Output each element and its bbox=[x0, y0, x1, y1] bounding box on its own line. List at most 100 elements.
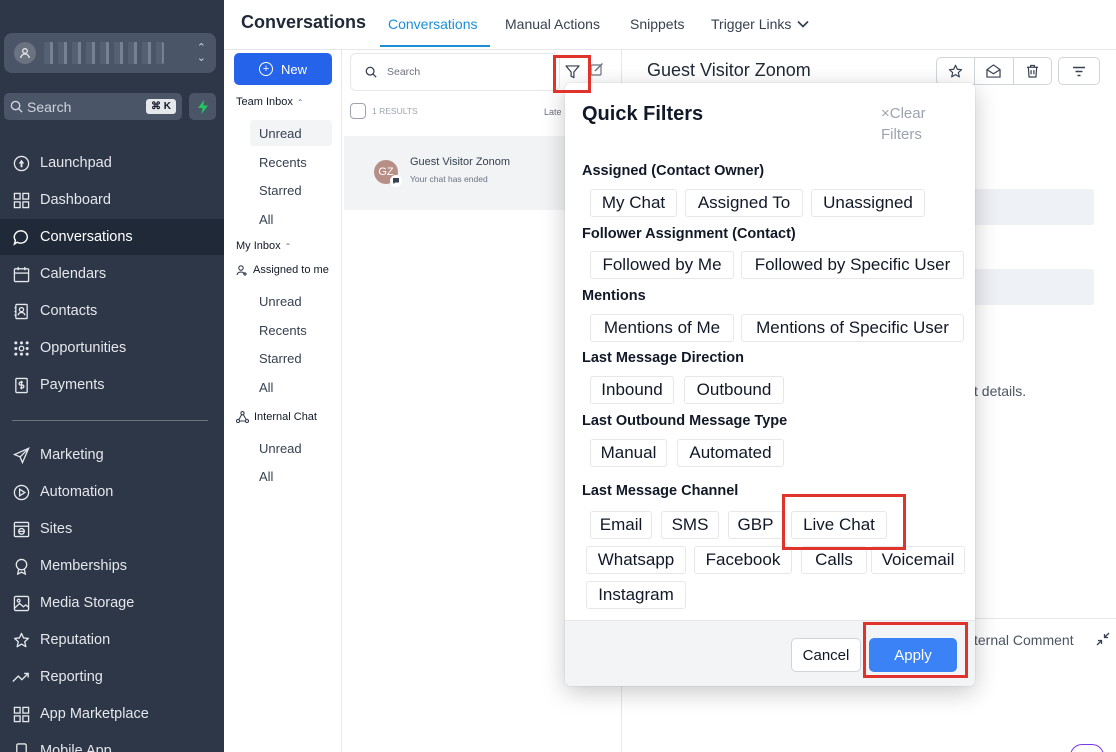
account-avatar bbox=[14, 42, 36, 64]
filter-chip-assigned-to[interactable]: Assigned To bbox=[685, 189, 803, 217]
filter-chip-inbound[interactable]: Inbound bbox=[590, 376, 674, 404]
team-inbox-header[interactable]: Team Inbox ⌃ bbox=[236, 96, 304, 108]
my-inbox-recents[interactable]: Recents bbox=[259, 323, 307, 338]
filter-chip-unassigned[interactable]: Unassigned bbox=[811, 189, 925, 217]
filter-button[interactable] bbox=[558, 58, 586, 86]
filter-chip-calls[interactable]: Calls bbox=[801, 546, 867, 574]
inbox-panel: + New Team Inbox ⌃ Unread Recents Starre… bbox=[224, 50, 342, 752]
conversation-search-input[interactable]: Search bbox=[350, 53, 560, 91]
nav-label: Media Storage bbox=[40, 595, 135, 611]
nav-label: Conversations bbox=[40, 229, 133, 245]
help-widget-button[interactable] bbox=[1070, 744, 1104, 752]
filter-chip-followed-by-me[interactable]: Followed by Me bbox=[590, 251, 734, 279]
contact-avatar: GZ bbox=[374, 160, 402, 187]
nav-calendars[interactable]: Calendars bbox=[0, 256, 224, 292]
internal-chat-header[interactable]: Internal Chat bbox=[236, 411, 317, 423]
filter-chip-voicemail[interactable]: Voicemail bbox=[871, 546, 965, 574]
nav-marketing[interactable]: Marketing bbox=[0, 437, 224, 473]
sort-lines-icon bbox=[1073, 66, 1085, 76]
collapse-button[interactable] bbox=[1096, 632, 1110, 646]
composer-divider bbox=[972, 618, 1116, 619]
sort-dropdown[interactable]: Late bbox=[544, 107, 562, 117]
nav-media-storage[interactable]: Media Storage bbox=[0, 585, 224, 621]
clear-filters-button[interactable]: ×Clear Filters bbox=[881, 103, 951, 145]
nav-opportunities[interactable]: Opportunities bbox=[0, 330, 224, 366]
nav-mobile-app[interactable]: Mobile App bbox=[0, 733, 224, 752]
my-inbox-all[interactable]: All bbox=[259, 380, 273, 395]
group-label: My Inbox bbox=[236, 240, 281, 252]
section-title: Last Outbound Message Type bbox=[582, 413, 788, 429]
nav-memberships[interactable]: Memberships bbox=[0, 548, 224, 584]
automation-icon bbox=[12, 483, 30, 501]
filter-chip-whatsapp[interactable]: Whatsapp bbox=[586, 546, 686, 574]
nav-conversations[interactable]: Conversations bbox=[0, 219, 224, 255]
group-label: Team Inbox bbox=[236, 96, 293, 108]
apply-button[interactable]: Apply bbox=[869, 638, 957, 672]
internal-chat-unread[interactable]: Unread bbox=[259, 441, 302, 456]
dashboard-icon bbox=[12, 191, 30, 209]
internal-comment-tab[interactable]: ternal Comment bbox=[974, 632, 1074, 648]
mark-read-button[interactable] bbox=[975, 58, 1014, 84]
filter-chip-manual[interactable]: Manual bbox=[590, 439, 667, 467]
nav-sites[interactable]: Sites bbox=[0, 511, 224, 547]
quick-actions-button[interactable] bbox=[189, 93, 216, 120]
team-inbox-starred[interactable]: Starred bbox=[259, 183, 302, 198]
trend-icon bbox=[12, 668, 30, 686]
quick-filters-popup: Quick Filters ×Clear Filters Assigned (C… bbox=[565, 83, 975, 686]
filter-chip-live-chat[interactable]: Live Chat bbox=[791, 511, 887, 539]
nav-payments[interactable]: Payments bbox=[0, 367, 224, 403]
tab-manual-actions[interactable]: Manual Actions bbox=[505, 16, 600, 32]
popup-title: Quick Filters bbox=[582, 103, 704, 125]
account-switcher[interactable]: ⌃ ⌄ bbox=[4, 33, 216, 73]
nav-dashboard[interactable]: Dashboard bbox=[0, 182, 224, 218]
search-icon bbox=[365, 66, 377, 78]
new-conversation-button[interactable]: + New bbox=[234, 53, 332, 85]
filter-chip-my-chat[interactable]: My Chat bbox=[590, 189, 677, 217]
filter-chip-outbound[interactable]: Outbound bbox=[684, 376, 784, 404]
my-inbox-starred[interactable]: Starred bbox=[259, 351, 302, 366]
nav-app-marketplace[interactable]: App Marketplace bbox=[0, 696, 224, 732]
nav-launchpad[interactable]: Launchpad bbox=[0, 145, 224, 181]
filter-chip-instagram[interactable]: Instagram bbox=[586, 581, 686, 609]
cancel-button[interactable]: Cancel bbox=[791, 638, 861, 672]
popup-footer: Cancel Apply bbox=[565, 620, 975, 686]
section-title: Last Message Channel bbox=[582, 483, 739, 499]
sidebar-divider bbox=[12, 420, 208, 421]
tab-trigger-links[interactable]: Trigger Links bbox=[711, 16, 810, 32]
tab-conversations[interactable]: Conversations bbox=[388, 16, 478, 32]
opportunities-icon bbox=[12, 339, 30, 357]
search-placeholder: Search bbox=[387, 66, 421, 78]
team-inbox-all[interactable]: All bbox=[259, 212, 273, 227]
filter-chip-sms[interactable]: SMS bbox=[661, 511, 719, 539]
filter-chip-followed-by-specific-user[interactable]: Followed by Specific User bbox=[741, 251, 964, 279]
delete-button[interactable] bbox=[1014, 58, 1051, 84]
filter-chip-facebook[interactable]: Facebook bbox=[694, 546, 792, 574]
group-label: Assigned to me bbox=[253, 264, 329, 276]
filter-chip-automated[interactable]: Automated bbox=[677, 439, 784, 467]
nav-label: Dashboard bbox=[40, 192, 111, 208]
nav-reporting[interactable]: Reporting bbox=[0, 659, 224, 695]
filter-chip-gbp[interactable]: GBP bbox=[728, 511, 783, 539]
nav-automation[interactable]: Automation bbox=[0, 474, 224, 510]
compose-button[interactable] bbox=[590, 62, 604, 76]
tab-snippets[interactable]: Snippets bbox=[630, 16, 684, 32]
star-button[interactable] bbox=[937, 58, 976, 84]
chevron-up-icon: ⌃ bbox=[296, 97, 304, 107]
filter-chip-email[interactable]: Email bbox=[590, 511, 652, 539]
search-shortcut: ⌘ K bbox=[146, 99, 176, 114]
sidebar-search[interactable]: Search ⌘ K bbox=[4, 93, 182, 120]
select-all-checkbox[interactable] bbox=[350, 103, 366, 119]
conversation-filter-button[interactable] bbox=[1058, 57, 1100, 85]
nav-reputation[interactable]: Reputation bbox=[0, 622, 224, 658]
filter-chip-mentions-of-specific-user[interactable]: Mentions of Specific User bbox=[741, 314, 964, 342]
my-inbox-unread[interactable]: Unread bbox=[259, 294, 302, 309]
image-icon bbox=[12, 594, 30, 612]
team-inbox-unread[interactable]: Unread bbox=[259, 126, 302, 141]
my-inbox-header[interactable]: My Inbox ⌃ bbox=[236, 240, 291, 252]
assigned-to-me-header[interactable]: Assigned to me bbox=[236, 264, 329, 276]
section-title: Assigned (Contact Owner) bbox=[582, 163, 765, 179]
team-inbox-recents[interactable]: Recents bbox=[259, 155, 307, 170]
nav-contacts[interactable]: Contacts bbox=[0, 293, 224, 329]
filter-chip-mentions-of-me[interactable]: Mentions of Me bbox=[590, 314, 734, 342]
internal-chat-all[interactable]: All bbox=[259, 469, 273, 484]
